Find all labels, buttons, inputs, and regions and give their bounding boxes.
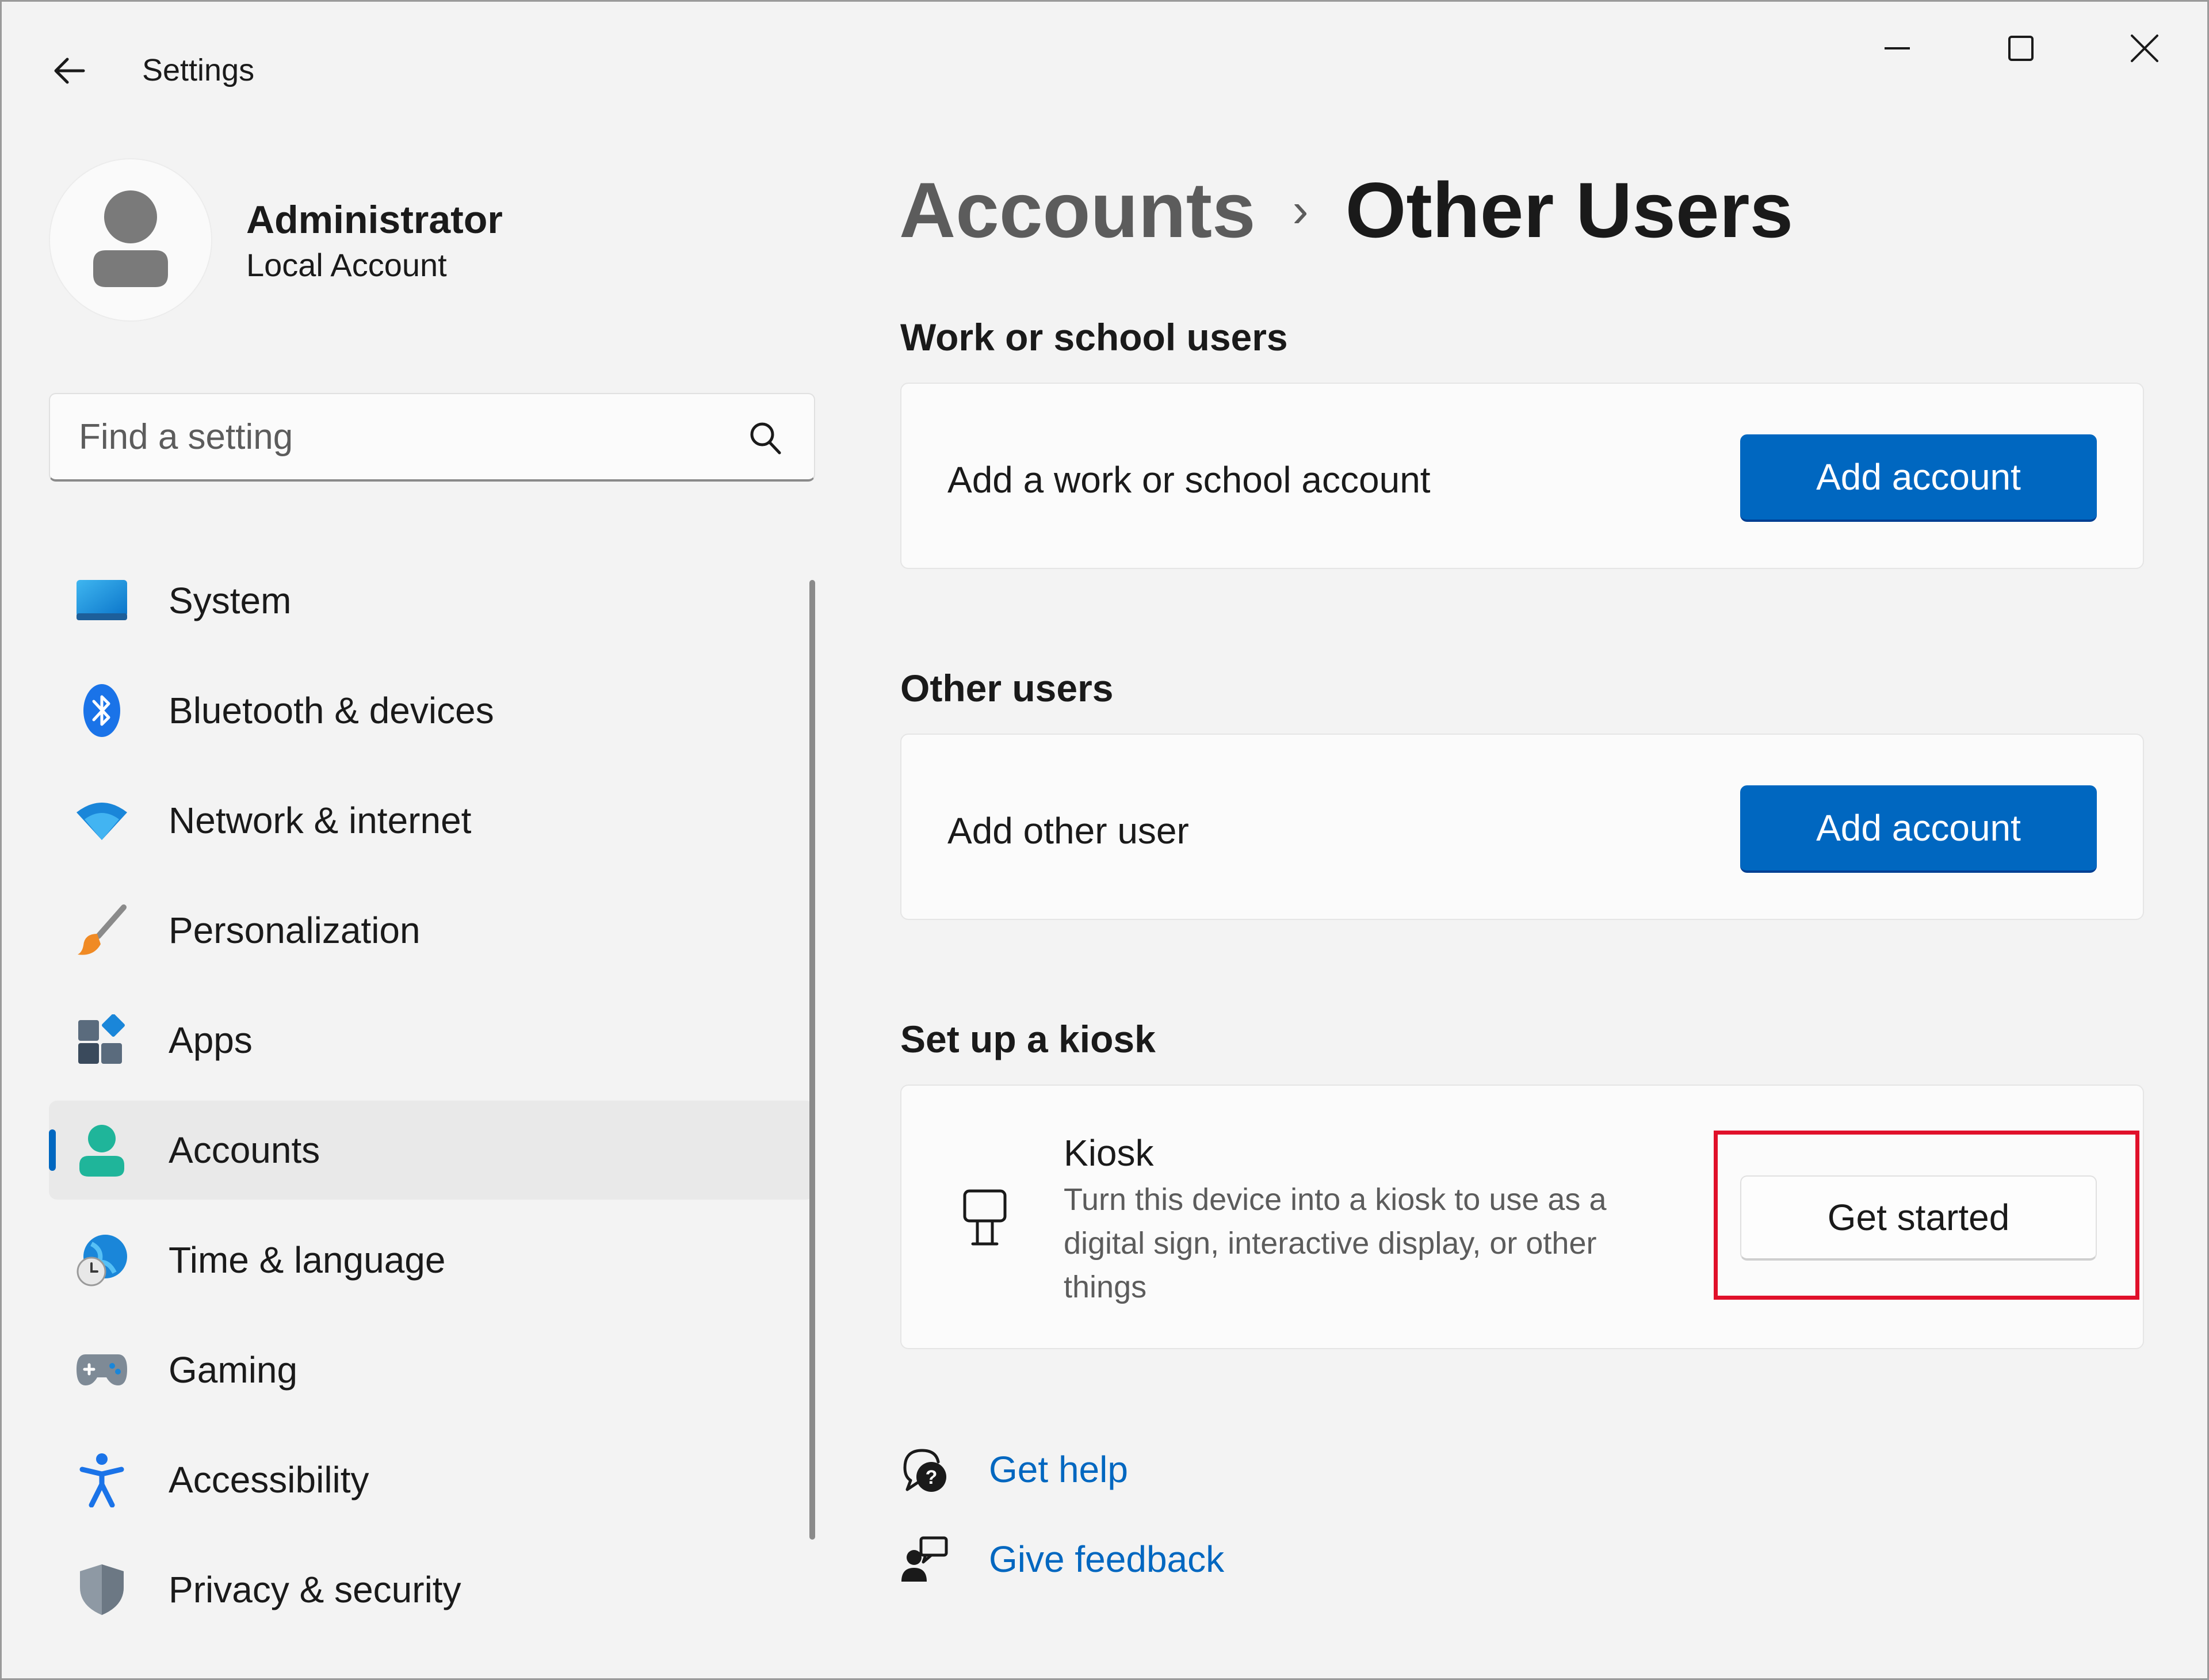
user-icon bbox=[93, 190, 168, 287]
sidebar-item-label: Accounts bbox=[169, 1129, 320, 1171]
back-button[interactable] bbox=[47, 48, 93, 94]
section-title-kiosk: Set up a kiosk bbox=[900, 1018, 1156, 1060]
add-other-user-button[interactable]: Add account bbox=[1740, 785, 2097, 873]
minimize-icon bbox=[1885, 47, 1910, 49]
sidebar-item-accounts[interactable]: Accounts bbox=[49, 1101, 814, 1200]
gamepad-icon bbox=[77, 1354, 127, 1385]
highlight-box bbox=[1714, 1131, 2139, 1300]
work-account-card: Add a work or school account Add account bbox=[900, 383, 2144, 569]
sidebar-item-apps[interactable]: Apps bbox=[49, 991, 814, 1090]
other-user-label: Add other user bbox=[947, 810, 1189, 852]
sidebar-scrollbar[interactable] bbox=[809, 580, 815, 1540]
search-input[interactable] bbox=[50, 394, 729, 479]
sidebar-item-privacy-security[interactable]: Privacy & security bbox=[49, 1540, 814, 1639]
sidebar-item-label: Accessibility bbox=[169, 1459, 369, 1500]
settings-window: Settings Administrator Local Account Fin… bbox=[0, 0, 2209, 1680]
app-title: Settings bbox=[142, 53, 255, 87]
page-title: Other Users bbox=[1345, 166, 1794, 254]
maximize-icon bbox=[2008, 36, 2034, 61]
sidebar-item-accessibility[interactable]: Accessibility bbox=[49, 1430, 814, 1529]
sidebar-item-bluetooth[interactable]: Bluetooth & devices bbox=[49, 661, 814, 760]
get-help-row[interactable]: ? Get help bbox=[899, 1438, 1128, 1501]
section-title-other-users: Other users bbox=[900, 667, 1114, 709]
breadcrumb-parent[interactable]: Accounts bbox=[899, 165, 1256, 255]
shield-icon bbox=[80, 1564, 124, 1615]
sidebar-item-time-language[interactable]: Time & language bbox=[49, 1211, 814, 1309]
accessibility-icon bbox=[79, 1453, 124, 1507]
bluetooth-icon bbox=[83, 684, 120, 737]
accounts-icon bbox=[79, 1125, 124, 1177]
search-box[interactable] bbox=[49, 393, 815, 482]
globe-clock-icon bbox=[77, 1235, 127, 1286]
kiosk-title: Kiosk bbox=[1064, 1132, 1154, 1174]
sidebar-item-system[interactable]: System bbox=[49, 551, 814, 650]
section-title-work: Work or school users bbox=[900, 316, 1288, 358]
account-type: Local Account bbox=[246, 247, 447, 283]
close-icon bbox=[2131, 35, 2158, 62]
kiosk-icon bbox=[963, 1189, 1007, 1246]
user-name: Administrator bbox=[246, 198, 503, 242]
search-icon[interactable] bbox=[745, 418, 785, 459]
sidebar-item-label: Time & language bbox=[169, 1239, 446, 1281]
sidebar-item-label: System bbox=[169, 580, 292, 621]
breadcrumb: Accounts › Other Users bbox=[899, 164, 1793, 256]
title-bar: Settings bbox=[2, 2, 2207, 134]
apps-icon bbox=[78, 1014, 125, 1064]
sidebar-item-personalization[interactable]: Personalization bbox=[49, 881, 814, 980]
breadcrumb-separator: › bbox=[1292, 182, 1309, 237]
sidebar-item-label: Privacy & security bbox=[169, 1569, 461, 1610]
brush-icon bbox=[78, 904, 127, 955]
sidebar-item-label: Network & internet bbox=[169, 800, 472, 841]
sidebar-nav: System Bluetooth & devices Network & int… bbox=[49, 551, 814, 1650]
help-chat-icon: ? bbox=[903, 1449, 946, 1492]
sidebar-item-label: Personalization bbox=[169, 910, 421, 951]
add-work-account-button[interactable]: Add account bbox=[1740, 434, 2097, 522]
maximize-button[interactable] bbox=[1989, 22, 2053, 74]
kiosk-description: Turn this device into a kiosk to use as … bbox=[1064, 1182, 1607, 1304]
other-user-card: Add other user Add account bbox=[900, 734, 2144, 920]
wifi-icon bbox=[77, 803, 127, 840]
active-indicator bbox=[49, 1129, 56, 1171]
sidebar-item-label: Bluetooth & devices bbox=[169, 690, 494, 731]
sidebar-item-label: Gaming bbox=[169, 1349, 298, 1391]
minimize-button[interactable] bbox=[1866, 22, 1929, 74]
close-button[interactable] bbox=[2113, 22, 2176, 74]
sidebar-item-label: Apps bbox=[169, 1020, 253, 1061]
give-feedback-row[interactable]: Give feedback bbox=[899, 1528, 1224, 1591]
feedback-icon bbox=[901, 1536, 948, 1582]
arrow-left-icon bbox=[54, 58, 85, 84]
get-help-link[interactable]: Get help bbox=[989, 1448, 1128, 1491]
system-icon bbox=[77, 580, 127, 620]
give-feedback-link[interactable]: Give feedback bbox=[989, 1538, 1224, 1580]
svg-text:?: ? bbox=[926, 1467, 938, 1488]
sidebar-item-gaming[interactable]: Gaming bbox=[49, 1320, 814, 1419]
avatar[interactable] bbox=[49, 158, 212, 322]
work-account-label: Add a work or school account bbox=[947, 459, 1431, 501]
sidebar-item-network[interactable]: Network & internet bbox=[49, 771, 814, 870]
